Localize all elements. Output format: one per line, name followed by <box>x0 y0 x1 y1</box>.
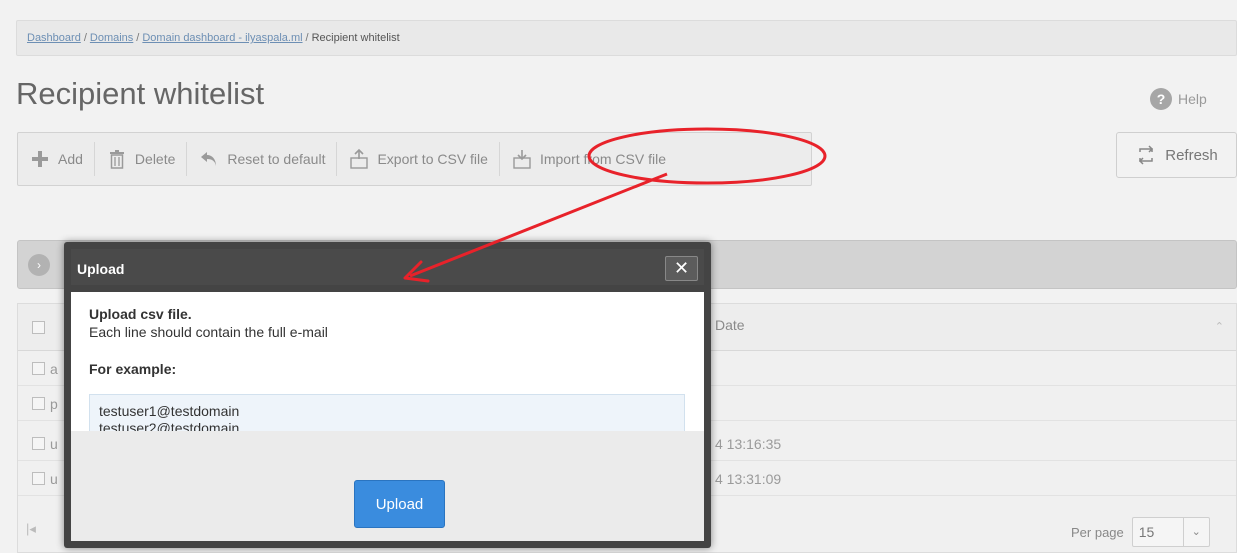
trash-icon <box>109 150 124 169</box>
dialog-heading: Upload csv file. <box>89 306 192 322</box>
row-email: u <box>50 436 58 452</box>
row-email: u <box>50 471 58 487</box>
sort-arrow-icon[interactable]: ⌃ <box>1215 320 1224 333</box>
reset-to-default-button[interactable]: Reset to default <box>187 142 338 176</box>
per-page-label: Per page <box>1071 524 1124 540</box>
export-csv-button[interactable]: Export to CSV file <box>337 142 500 176</box>
close-button[interactable]: ✕ <box>665 256 698 281</box>
add-label: Add <box>58 151 83 167</box>
undo-icon <box>201 152 217 166</box>
delete-label: Delete <box>134 151 176 167</box>
close-icon: ✕ <box>673 258 690 278</box>
dialog-footer: Upload <box>71 431 704 541</box>
delete-button[interactable]: Delete <box>95 142 188 176</box>
row-checkbox[interactable] <box>32 397 45 410</box>
example-line-1: testuser1@testdomain <box>99 403 240 419</box>
breadcrumb-domain-dashboard-link[interactable]: Domain dashboard - ilyaspala.ml <box>142 32 302 44</box>
row-checkbox[interactable] <box>32 362 45 375</box>
per-page-select[interactable]: 15 ⌄ <box>1131 517 1210 547</box>
upload-button[interactable]: Upload <box>354 480 445 528</box>
import-label: Import from CSV file <box>539 151 666 167</box>
toolbar: Add Delete Reset to default Export to CS… <box>17 132 812 186</box>
plus-icon <box>32 151 48 167</box>
row-checkbox[interactable] <box>32 437 45 450</box>
upload-dialog: Upload ✕ Upload csv file. Each line shou… <box>64 242 711 548</box>
row-date: 4 13:16:35 <box>715 436 782 452</box>
dialog-description: Each line should contain the full e-mail <box>89 324 328 340</box>
refresh-icon <box>1139 145 1154 165</box>
import-csv-icon <box>513 150 531 169</box>
refresh-label: Refresh <box>1165 146 1218 164</box>
help-icon: ? <box>1150 88 1172 110</box>
chevron-down-icon[interactable]: ⌄ <box>1182 518 1209 546</box>
date-column-header[interactable]: Date <box>715 317 745 333</box>
add-button[interactable]: Add <box>18 142 95 176</box>
expand-chevron-icon[interactable]: › <box>28 254 50 276</box>
dialog-body: Upload csv file. Each line should contai… <box>71 292 704 452</box>
breadcrumb-domains-link[interactable]: Domains <box>90 32 133 44</box>
import-csv-button[interactable]: Import from CSV file <box>500 142 677 176</box>
select-all-checkbox[interactable] <box>32 321 45 334</box>
breadcrumb: Dashboard / Domains / Domain dashboard - ily… <box>16 20 1237 56</box>
breadcrumb-dashboard-link[interactable]: Dashboard <box>27 32 81 44</box>
help-link[interactable]: ? Help <box>1150 88 1207 110</box>
export-label: Export to CSV file <box>377 151 488 167</box>
breadcrumb-current: Recipient whitelist <box>311 32 400 44</box>
example-label: For example: <box>89 361 177 377</box>
help-label: Help <box>1178 91 1207 107</box>
export-csv-icon <box>350 148 369 169</box>
dialog-header: Upload ✕ <box>71 249 704 285</box>
row-checkbox[interactable] <box>32 472 45 485</box>
per-page-value: 15 <box>1138 524 1155 540</box>
row-date: 4 13:31:09 <box>715 471 782 487</box>
page-title: Recipient whitelist <box>16 76 265 111</box>
per-page-control: Per page 15 ⌄ <box>1071 517 1210 547</box>
row-email: a <box>50 361 58 377</box>
dialog-title: Upload <box>77 261 125 277</box>
first-page-icon[interactable]: |◂ <box>26 521 36 537</box>
refresh-button[interactable]: Refresh <box>1116 132 1237 178</box>
reset-label: Reset to default <box>227 151 326 167</box>
row-email: p <box>50 396 58 412</box>
